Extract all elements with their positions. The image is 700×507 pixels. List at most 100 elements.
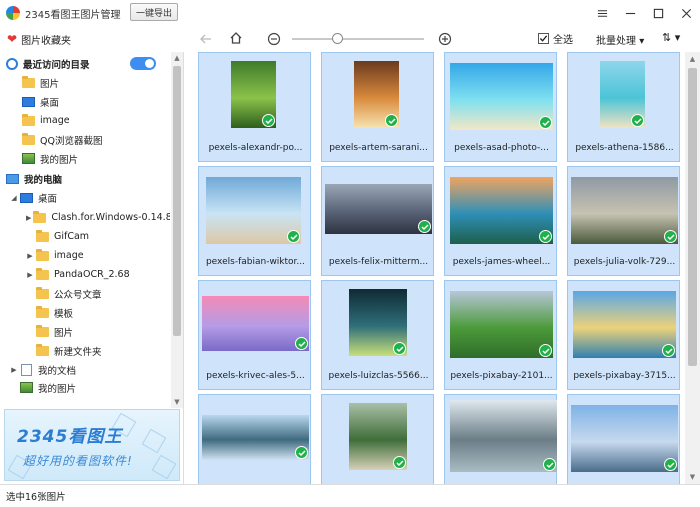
recent-item[interactable]: 图片 xyxy=(0,73,170,92)
desktop-folder-item[interactable]: 新建文件夹 xyxy=(0,341,170,360)
tree-item-label: 我的图片 xyxy=(38,383,77,395)
tree-item-label: 最近访问的目录 xyxy=(23,59,90,71)
recent-item[interactable]: 我的图片 xyxy=(0,149,170,168)
expand-arrow-icon[interactable]: ▶ xyxy=(26,252,34,260)
image-thumbnail[interactable] xyxy=(202,415,309,460)
select-all-checkbox[interactable]: 全选 xyxy=(538,31,573,46)
folder-icon xyxy=(22,132,35,145)
image-thumbnail[interactable] xyxy=(450,291,553,358)
selected-check-icon[interactable] xyxy=(664,458,677,471)
scroll-down-icon[interactable]: ▼ xyxy=(685,470,700,484)
folder-icon xyxy=(36,286,49,299)
zoom-out-icon[interactable] xyxy=(266,31,282,47)
image-thumbnail[interactable] xyxy=(571,177,678,244)
expand-arrow-icon[interactable]: ▶ xyxy=(10,366,18,374)
favorites-button[interactable]: ❤ 图片收藏夹 xyxy=(7,32,71,47)
maximize-icon[interactable] xyxy=(644,0,672,26)
pictures-icon xyxy=(22,153,35,164)
my-pictures-node[interactable]: 我的图片 xyxy=(0,378,170,397)
desktop-folder-item[interactable]: GifCam xyxy=(0,227,170,246)
zoom-in-icon[interactable] xyxy=(437,31,453,47)
selected-check-icon[interactable] xyxy=(539,230,552,243)
desktop-folder-item[interactable]: 模板 xyxy=(0,303,170,322)
tree-item-label: 桌面 xyxy=(40,97,60,109)
selected-check-icon[interactable] xyxy=(295,446,308,459)
selected-check-icon[interactable] xyxy=(539,116,552,129)
image-card[interactable] xyxy=(444,394,557,484)
desktop-node[interactable]: ◢ 桌面 xyxy=(0,188,170,207)
recent-item[interactable]: image xyxy=(0,111,170,130)
minimize-icon[interactable] xyxy=(616,0,644,26)
image-card[interactable]: pexels-artem-sarani... xyxy=(321,52,434,162)
expand-arrow-icon[interactable]: ▶ xyxy=(26,271,34,279)
zoom-slider-track[interactable] xyxy=(292,38,424,40)
my-documents-node[interactable]: ▶ 我的文档 xyxy=(0,360,170,379)
desktop-folder-item[interactable]: ▶ image xyxy=(0,246,170,265)
close-icon[interactable] xyxy=(672,0,700,26)
image-card[interactable]: pexels-pixabay-3715... xyxy=(567,280,680,390)
desktop-folder-item[interactable]: 公众号文章 xyxy=(0,284,170,303)
export-button[interactable]: 一键导出 xyxy=(130,3,178,21)
image-card[interactable]: pexels-pixabay-2101... xyxy=(444,280,557,390)
desktop-folder-item[interactable]: ▶ PandaOCR_2.68 xyxy=(0,265,170,284)
image-card[interactable]: pexels-luizclas-5566... xyxy=(321,280,434,390)
recent-item[interactable]: QQ浏览器截图 xyxy=(0,130,170,149)
selected-check-icon[interactable] xyxy=(543,458,556,471)
scroll-up-icon[interactable]: ▲ xyxy=(171,52,183,64)
desktop-folder-item[interactable]: 图片 xyxy=(0,322,170,341)
image-thumbnail[interactable] xyxy=(450,400,557,472)
home-icon[interactable] xyxy=(228,30,244,46)
selected-check-icon[interactable] xyxy=(385,114,398,127)
sort-dropdown[interactable]: ⇅ ▾ xyxy=(662,31,680,44)
promo-banner[interactable]: 2345看图王 超好用的看图软件! xyxy=(4,409,180,481)
selected-check-icon[interactable] xyxy=(662,344,675,357)
recent-section-header[interactable]: 最近访问的目录 xyxy=(0,54,170,73)
selected-check-icon[interactable] xyxy=(287,230,300,243)
image-card[interactable] xyxy=(198,394,311,484)
scroll-up-icon[interactable]: ▲ xyxy=(685,52,700,66)
grid-scrollbar[interactable]: ▲ ▼ xyxy=(685,52,700,484)
image-card[interactable]: pexels-athena-1586... xyxy=(567,52,680,162)
selected-check-icon[interactable] xyxy=(539,344,552,357)
image-card[interactable] xyxy=(567,394,680,484)
expand-arrow-icon[interactable]: ▶ xyxy=(26,214,31,222)
selected-check-icon[interactable] xyxy=(664,230,677,243)
recent-toggle-switch[interactable] xyxy=(130,57,156,70)
selected-check-icon[interactable] xyxy=(393,342,406,355)
grid-scroll-thumb[interactable] xyxy=(688,68,697,366)
image-filename: pexels-asad-photo-... xyxy=(454,143,549,153)
image-thumbnail[interactable] xyxy=(573,291,676,358)
scroll-down-icon[interactable]: ▼ xyxy=(171,396,183,408)
image-card[interactable]: pexels-alexandr-po... xyxy=(198,52,311,162)
sidebar-scroll-thumb[interactable] xyxy=(173,66,181,336)
image-thumbnail[interactable] xyxy=(571,405,678,472)
image-card[interactable]: pexels-fabian-wiktor... xyxy=(198,166,311,276)
image-thumbnail[interactable] xyxy=(202,296,309,351)
recent-item[interactable]: 桌面 xyxy=(0,92,170,111)
image-card[interactable]: pexels-felix-mitterm... xyxy=(321,166,434,276)
menu-icon[interactable] xyxy=(588,0,616,26)
image-thumbnail[interactable] xyxy=(450,177,553,244)
batch-process-dropdown[interactable]: 批量处理 ▾ xyxy=(596,32,644,47)
image-thumbnail[interactable] xyxy=(325,184,432,234)
back-arrow-icon[interactable] xyxy=(198,31,214,47)
expanded-arrow-icon[interactable]: ◢ xyxy=(10,194,18,202)
desktop-folder-item[interactable]: ▶ Clash.for.Windows-0.14.8 xyxy=(0,208,170,227)
image-card[interactable]: pexels-asad-photo-... xyxy=(444,52,557,162)
tree-item-label: GifCam xyxy=(54,231,90,242)
image-card[interactable]: pexels-james-wheel... xyxy=(444,166,557,276)
image-card[interactable]: pexels-julia-volk-729... xyxy=(567,166,680,276)
tree-item-label: 图片 xyxy=(54,327,74,339)
selected-check-icon[interactable] xyxy=(631,114,644,127)
selected-check-icon[interactable] xyxy=(418,220,431,233)
selected-check-icon[interactable] xyxy=(393,456,406,469)
image-filename: pexels-felix-mitterm... xyxy=(328,257,429,267)
selected-check-icon[interactable] xyxy=(262,114,275,127)
image-card[interactable] xyxy=(321,394,434,484)
sidebar-scrollbar[interactable]: ▲ ▼ xyxy=(171,52,183,408)
image-card[interactable]: pexels-krivec-ales-5... xyxy=(198,280,311,390)
selected-check-icon[interactable] xyxy=(295,337,308,350)
my-computer-node[interactable]: 我的电脑 xyxy=(0,169,170,188)
image-thumbnail[interactable] xyxy=(450,63,553,130)
zoom-slider-handle[interactable] xyxy=(331,33,343,44)
